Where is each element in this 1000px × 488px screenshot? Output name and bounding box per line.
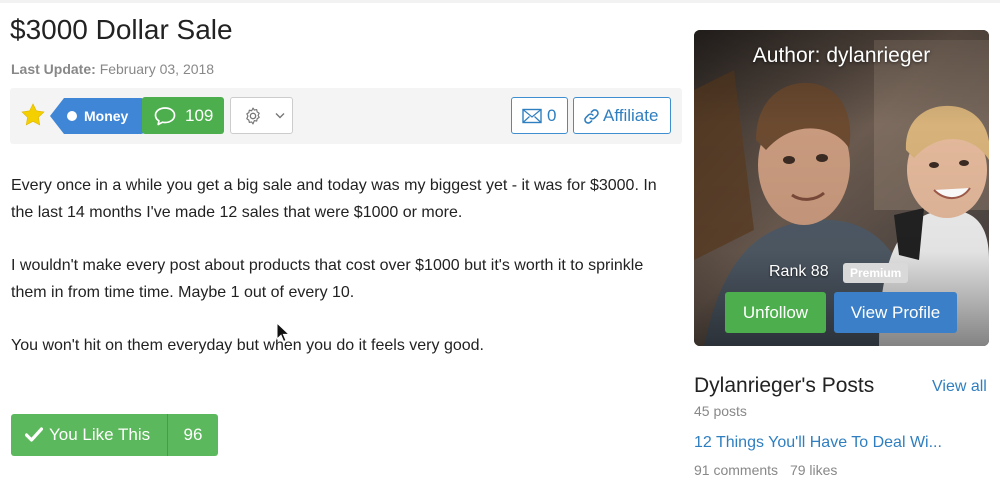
affiliate-button[interactable]: Affiliate xyxy=(573,97,671,134)
comments-count: 109 xyxy=(185,106,214,125)
category-tag[interactable]: Money xyxy=(50,98,144,134)
post-body: Every once in a while you get a big sale… xyxy=(11,172,671,385)
like-button[interactable]: You Like This 96 xyxy=(11,414,218,456)
chevron-down-icon xyxy=(275,113,285,119)
recent-post-meta: 91 comments 79 likes xyxy=(694,462,837,478)
post-toolbar: Money 109 0 Affiliate xyxy=(10,88,682,144)
checkmark-icon xyxy=(25,427,43,442)
dot-icon xyxy=(67,111,77,121)
message-button[interactable]: 0 xyxy=(511,97,568,134)
post-paragraph: Every once in a while you get a big sale… xyxy=(11,177,657,221)
gear-icon xyxy=(246,107,260,125)
premium-badge: Premium xyxy=(843,263,909,283)
posts-count: 45 posts xyxy=(694,403,747,419)
recent-post-likes: 79 likes xyxy=(789,462,838,478)
link-icon xyxy=(584,109,599,124)
message-count: 0 xyxy=(547,106,557,125)
speech-bubble-icon xyxy=(154,107,176,126)
last-update-label: Last Update: xyxy=(11,61,96,77)
top-divider xyxy=(0,0,1000,3)
envelope-icon xyxy=(522,108,542,124)
post-paragraph: I wouldn't make every post about product… xyxy=(11,257,644,301)
last-update: Last Update: February 03, 2018 xyxy=(11,61,214,77)
star-icon[interactable] xyxy=(20,102,46,128)
settings-dropdown[interactable] xyxy=(230,97,293,134)
view-profile-button[interactable]: View Profile xyxy=(834,292,957,333)
author-card: Author: dylanrieger Rank 88 Premium Unfo… xyxy=(694,30,989,346)
post-paragraph: You won't hit on them everyday but when … xyxy=(11,337,484,354)
author-title: Author: dylanrieger xyxy=(752,44,931,67)
category-tag-label: Money xyxy=(84,108,129,124)
recent-post-link[interactable]: 12 Things You'll Have To Deal Wi... xyxy=(694,434,942,452)
like-label: You Like This xyxy=(49,425,151,444)
like-label-area[interactable]: You Like This xyxy=(11,414,167,456)
post-title: $3000 Dollar Sale xyxy=(10,14,233,45)
author-posts-heading: Dylanrieger's Posts xyxy=(694,374,875,397)
view-all-link[interactable]: View all xyxy=(932,378,987,396)
recent-post-comments: 91 comments xyxy=(694,462,779,478)
last-update-date: February 03, 2018 xyxy=(99,61,215,77)
affiliate-label: Affiliate xyxy=(603,106,659,125)
comments-button[interactable]: 109 xyxy=(142,97,224,134)
mouse-pointer-icon xyxy=(276,322,290,343)
author-rank: Rank 88 xyxy=(769,263,829,280)
unfollow-button[interactable]: Unfollow xyxy=(725,292,826,333)
like-count: 96 xyxy=(183,425,203,444)
